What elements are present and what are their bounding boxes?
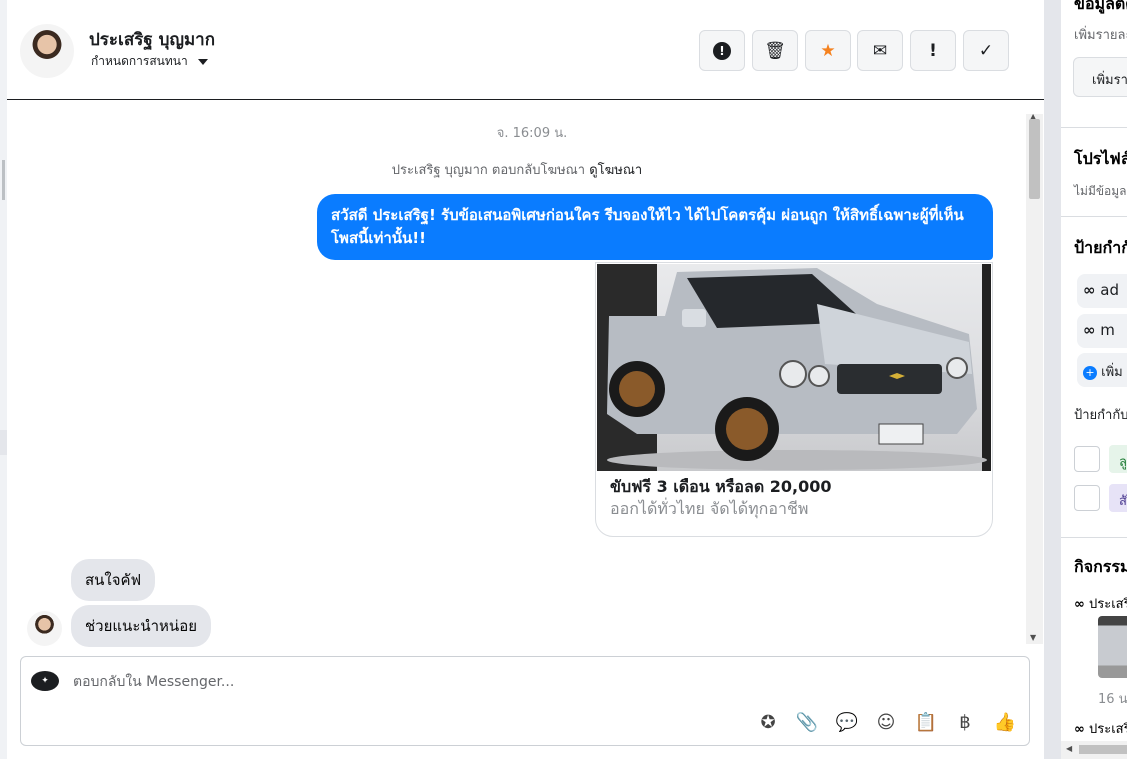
- add-label-button[interactable]: + เพิ่ม: [1077, 353, 1127, 387]
- incoming-message[interactable]: สนใจคัฟ: [71, 559, 156, 601]
- activity-thumbnail[interactable]: [1098, 616, 1127, 678]
- ad-reply-notice: ประเสริฐ บุญมาก ตอบกลับโฆษณา ดูโฆษณา: [7, 159, 1027, 180]
- delete-icon: 🗑: [764, 40, 786, 61]
- tag-chip[interactable]: ลู: [1109, 445, 1127, 473]
- report-icon: !: [713, 41, 731, 60]
- activity-item-text: ประเสริฐ: [1088, 597, 1127, 612]
- star-icon: ★: [820, 40, 836, 61]
- profile-title: โปรไฟล์: [1074, 149, 1127, 168]
- follow-up-button[interactable]: !: [910, 30, 956, 71]
- message-timestamp: จ. 16:09 น.: [496, 126, 568, 141]
- add-info-hint: เพิ่มรายละเอียด: [1074, 28, 1127, 43]
- message-thread[interactable]: จ. 16:09 น. ประเสริฐ บุญมาก ตอบกลับโฆษณา…: [7, 101, 1044, 648]
- section-divider: [1061, 537, 1127, 538]
- truck-illustration: [597, 264, 991, 471]
- activity-title: กิจกรรม: [1074, 557, 1127, 576]
- ad-card-subtitle: ออกได้ทั่วไทย จัดได้ทุกอาชีพ: [610, 499, 809, 518]
- meta-icon: ∞: [1083, 321, 1096, 339]
- label-checkbox[interactable]: [1074, 485, 1100, 511]
- delete-button[interactable]: 🗑: [752, 30, 798, 71]
- scrollbar-thumb[interactable]: [1029, 119, 1040, 199]
- left-scroll-tick: [2, 160, 5, 200]
- contact-avatar-small: [27, 611, 62, 646]
- ad-image-pickup-truck[interactable]: [597, 264, 991, 471]
- assign-conversation-dropdown[interactable]: กำหนดการสนทนา: [91, 52, 208, 71]
- section-divider: [1061, 127, 1127, 128]
- meta-icon: ∞: [1074, 597, 1085, 612]
- label-pill[interactable]: ∞ ad: [1077, 274, 1127, 308]
- tag-chip[interactable]: สั: [1109, 484, 1127, 512]
- conversation-header: ประเสริฐ บุญมาก กำหนดการสนทนา ! 🗑 ★ ✉! ✓: [7, 0, 1044, 100]
- mark-done-button[interactable]: ✓: [963, 30, 1009, 71]
- conversation-panel: ประเสริฐ บุญมาก กำหนดการสนทนา ! 🗑 ★ ✉! ✓ จ. …: [7, 0, 1044, 759]
- scrollbar-thumb[interactable]: [1079, 745, 1127, 754]
- ad-reply-text: ประเสริฐ บุญมาก ตอบกลับโฆษณา: [391, 163, 586, 178]
- labels-subtitle: ป้ายกำกับ: [1074, 408, 1127, 423]
- add-label-text: เพิ่ม: [1101, 365, 1123, 380]
- plus-circle-icon: +: [1083, 366, 1097, 380]
- activity-item: ∞ ประเสริฐ: [1074, 718, 1127, 739]
- contact-avatar[interactable]: [20, 24, 74, 78]
- scroll-down-icon[interactable]: ▼: [1030, 633, 1036, 642]
- like-icon[interactable]: 👍: [992, 709, 1018, 735]
- reply-composer: ✦ ✪ 📎 💬 ☺ 📋 ฿ 👍: [20, 656, 1030, 746]
- activity-item: ∞ ประเสริฐ: [1074, 593, 1127, 614]
- add-details-button[interactable]: เพิ่มรายละเอียด: [1073, 57, 1127, 97]
- saved-reply-icon[interactable]: ✪: [755, 709, 781, 735]
- contact-info-title: ข้อมูลติดต่อ: [1074, 0, 1127, 13]
- baht-icon[interactable]: ฿: [952, 709, 978, 735]
- activity-time: 16 น.: [1098, 692, 1127, 707]
- panel-h-scrollbar[interactable]: ◀: [1061, 741, 1127, 759]
- contact-details-panel: ข้อมูลติดต่อ เพิ่มรายละเอียด เพิ่มรายละเ…: [1061, 0, 1127, 759]
- label-checkbox[interactable]: [1074, 446, 1100, 472]
- contact-name[interactable]: ประเสริฐ บุญมาก: [89, 26, 215, 53]
- labels-title: ป้ายกำกับ: [1074, 238, 1127, 257]
- quick-reply-icon[interactable]: 💬: [834, 709, 860, 735]
- follow-up-icon: !: [929, 40, 937, 61]
- reply-input[interactable]: [73, 671, 673, 693]
- view-ad-link[interactable]: ดูโฆษณา: [589, 163, 642, 178]
- section-divider: [1061, 216, 1127, 217]
- page-logo-icon: ✦: [31, 671, 59, 691]
- report-button[interactable]: !: [699, 30, 745, 71]
- mark-unread-icon: ✉: [872, 40, 888, 61]
- scroll-left-icon[interactable]: ◀: [1066, 744, 1072, 753]
- star-button[interactable]: ★: [805, 30, 851, 71]
- attach-icon[interactable]: 📎: [794, 709, 820, 735]
- profile-empty-text: ไม่มีข้อมูล: [1074, 184, 1127, 198]
- thread-scrollbar[interactable]: ▲ ▼: [1026, 112, 1043, 644]
- panel-divider: [1044, 0, 1061, 759]
- left-scroll-tick: [0, 430, 7, 455]
- label-pill-text: ad: [1100, 281, 1119, 299]
- caret-down-icon: [197, 58, 208, 65]
- label-pill-text: m: [1100, 321, 1115, 339]
- emoji-icon[interactable]: ☺: [873, 709, 899, 735]
- meta-icon: ∞: [1074, 722, 1085, 737]
- left-edge: [0, 0, 7, 759]
- form-icon[interactable]: 📋: [913, 709, 939, 735]
- activity-item-text: ประเสริฐ: [1088, 722, 1127, 737]
- mark-done-icon: ✓: [978, 40, 994, 61]
- mark-unread-button[interactable]: ✉: [857, 30, 903, 71]
- label-pill[interactable]: ∞ m: [1077, 314, 1127, 348]
- incoming-message[interactable]: ช่วยแนะนำหน่อย: [71, 605, 211, 647]
- meta-icon: ∞: [1083, 281, 1096, 299]
- outgoing-message[interactable]: สวัสดี ประเสริฐ! รับข้อเสนอพิเศษก่อนใคร …: [317, 194, 993, 260]
- ad-card[interactable]: ขับฟรี 3 เดือน หรือลด 20,000 ออกได้ทั่วไ…: [595, 262, 993, 537]
- assign-label: กำหนดการสนทนา: [91, 54, 188, 68]
